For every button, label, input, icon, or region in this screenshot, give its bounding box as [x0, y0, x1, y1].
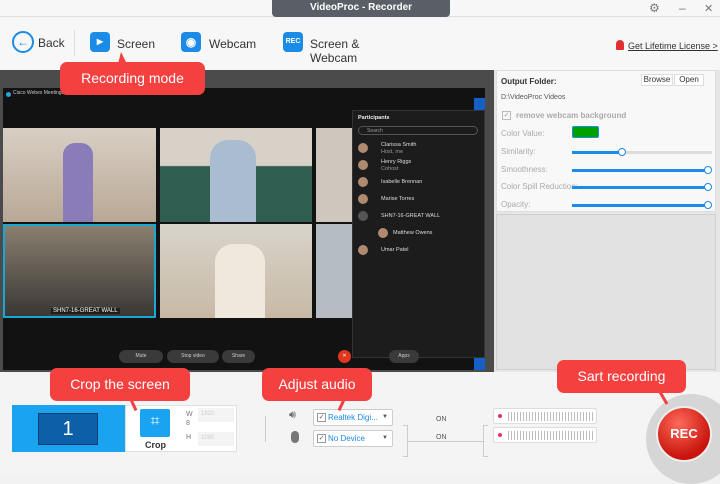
smoothness-slider[interactable] [572, 166, 712, 174]
participant-item[interactable]: Marise Torres [353, 192, 486, 208]
bracket [483, 425, 488, 457]
divider [265, 416, 266, 442]
rec-button[interactable]: REC [656, 406, 712, 462]
divider [74, 30, 75, 56]
output-folder-label: Output Folder: [501, 77, 557, 86]
window-title: VideoProc - Recorder [272, 0, 450, 17]
tab-webcam-label: Webcam [209, 37, 257, 51]
lifetime-license-link[interactable]: Get Lifetime License > [628, 41, 718, 51]
speaker-level-meter [493, 408, 597, 424]
mic-level-meter [493, 427, 597, 443]
similarity-label: Similarity: [501, 147, 536, 156]
apps-button[interactable]: Apps [389, 350, 419, 363]
video-tile-active: SHN7-16-GREAT WALL [3, 224, 156, 318]
width-input[interactable]: 1920 [198, 408, 234, 422]
remove-bg-checkbox[interactable]: ✓ [502, 111, 511, 120]
mic-state[interactable]: ON [436, 434, 447, 441]
open-button[interactable]: Open [674, 74, 704, 86]
spill-slider[interactable] [572, 183, 712, 191]
height-input[interactable]: 1080 [198, 432, 234, 446]
webex-logo-icon [6, 92, 11, 97]
back-button[interactable]: ← Back [10, 31, 65, 55]
opacity-slider[interactable] [572, 201, 712, 209]
participant-item[interactable]: Clarissa Smith Host, me [353, 141, 486, 157]
mute-button[interactable]: Mute [119, 350, 163, 363]
share-button[interactable]: Share [222, 350, 255, 363]
video-tile [316, 224, 352, 318]
browse-button[interactable]: Browse [641, 74, 673, 86]
remove-bg-label: remove webcam background [516, 111, 627, 120]
participant-item[interactable]: Umar Patel [353, 243, 486, 259]
callout-recording-mode: Recording mode [60, 62, 205, 95]
crop-button[interactable]: ⌗ [140, 409, 170, 437]
tile-label: SHN7-16-GREAT WALL [51, 308, 120, 314]
tab-webcam[interactable]: ◉ Webcam [181, 32, 256, 56]
color-value-label: Color Value: [501, 129, 545, 138]
callout-audio: Adjust audio [262, 368, 372, 401]
output-path: D:\VideoProc Videos [501, 94, 566, 101]
minimize-button[interactable]: – [679, 1, 686, 15]
mic-device-dropdown[interactable]: ✓ No Device ▼ [313, 430, 393, 447]
end-call-button[interactable]: ✕ [338, 350, 351, 363]
width-label: W [186, 411, 193, 418]
spill-label: Color Spill Reduction: [501, 182, 578, 191]
back-label: Back [38, 36, 65, 50]
participant-item[interactable]: Henry Riggs Cohost [353, 158, 486, 174]
monitor-select[interactable]: 1 [12, 405, 125, 452]
participants-search[interactable]: Search [358, 126, 478, 135]
tab-screen-webcam[interactable]: REC Screen & Webcam [283, 32, 403, 65]
tab-screen-webcam-label: Screen & Webcam [310, 37, 360, 65]
video-tile [316, 128, 352, 222]
callout-crop: Crop the screen [50, 368, 190, 401]
rec-icon: REC [283, 32, 303, 52]
stop-video-button[interactable]: Stop video [167, 350, 219, 363]
monitor-number: 1 [38, 413, 98, 445]
mic-device-value: No Device [328, 434, 365, 443]
webex-app-name: Cisco Webex Meetings [13, 90, 65, 96]
santa-hat-icon [616, 40, 624, 50]
participant-item[interactable]: Isabelle Brennan [353, 175, 486, 191]
connector-line [408, 441, 483, 442]
participant-item[interactable]: Matthew Owens [353, 226, 486, 242]
callout-pointer [118, 52, 127, 64]
speaker-state[interactable]: ON [436, 416, 447, 423]
video-tile [3, 128, 156, 222]
video-tile [160, 224, 312, 318]
gear-icon[interactable]: ⚙ [649, 1, 660, 15]
tab-screen-label: Screen [117, 37, 156, 51]
participants-title: Participants [358, 115, 390, 121]
close-button[interactable]: ✕ [704, 2, 713, 15]
similarity-slider[interactable] [572, 148, 712, 156]
crop-label: Crop [145, 440, 166, 450]
link-icon: 8 [186, 420, 190, 427]
crop-panel: ⌗ Crop W 8 H 1920 1080 [125, 405, 237, 452]
callout-start: Sart recording [557, 360, 686, 393]
webcam-icon: ◉ [181, 32, 201, 52]
settings-panel: Output Folder: Browse Open D:\VideoProc … [496, 70, 716, 212]
back-arrow-icon: ← [12, 31, 34, 53]
video-tile [160, 128, 312, 222]
participant-item[interactable]: SHN7-16-GREAT WALL [353, 209, 486, 225]
microphone-icon [291, 431, 299, 443]
height-label: H [186, 434, 192, 441]
speaker-device-dropdown[interactable]: ✓ Realtek Digi... ▼ [313, 409, 393, 426]
screen-icon: ▶ [90, 32, 110, 52]
smoothness-label: Smoothness: [501, 165, 548, 174]
speaker-icon: 🔊︎ [289, 409, 296, 421]
speaker-device-value: Realtek Digi... [328, 413, 378, 422]
participants-panel: Participants Search Clarissa Smith Host, … [352, 110, 485, 358]
color-swatch[interactable] [572, 126, 599, 138]
webex-window: Cisco Webex Meetings SHN7-16-GREAT WALL … [3, 88, 485, 370]
webcam-preview-area [496, 214, 716, 370]
opacity-label: Opacity: [501, 200, 531, 209]
